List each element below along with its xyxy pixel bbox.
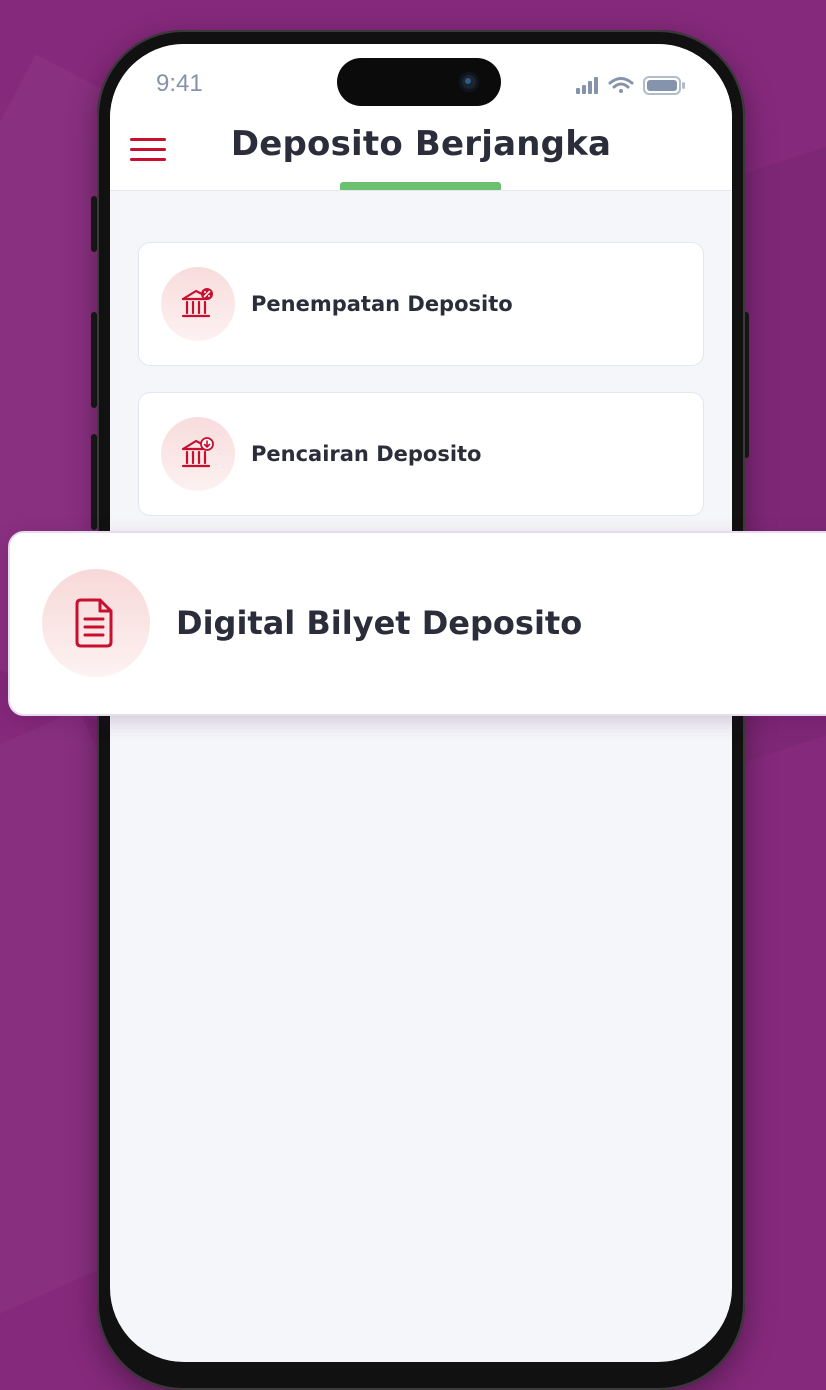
app-header: 9:41 Deposito Berjangka [110, 44, 732, 191]
icon-badge [161, 417, 235, 491]
document-icon [75, 598, 113, 648]
menu-item-label: Pencairan Deposito [251, 442, 482, 466]
menu-item-digital-bilyet-deposito[interactable]: Digital Bilyet Deposito [8, 531, 826, 716]
icon-badge [161, 267, 235, 341]
menu-item-label: Penempatan Deposito [251, 292, 513, 316]
camera-icon [459, 72, 479, 92]
bank-withdraw-icon [181, 437, 214, 468]
status-time: 9:41 [156, 70, 203, 97]
tab-indicator [340, 182, 501, 190]
menu-item-pencairan-deposito[interactable]: Pencairan Deposito [138, 392, 704, 516]
icon-badge [42, 569, 150, 677]
highlight-card-label: Digital Bilyet Deposito [176, 604, 583, 642]
page-title: Deposito Berjangka [230, 124, 612, 164]
dynamic-island [337, 58, 501, 106]
wifi-icon [608, 77, 634, 93]
battery-icon [643, 76, 685, 95]
signal-icon [576, 77, 598, 94]
status-icons [576, 76, 685, 95]
menu-item-penempatan-deposito[interactable]: Penempatan Deposito [138, 242, 704, 366]
bank-percent-icon [181, 288, 213, 318]
